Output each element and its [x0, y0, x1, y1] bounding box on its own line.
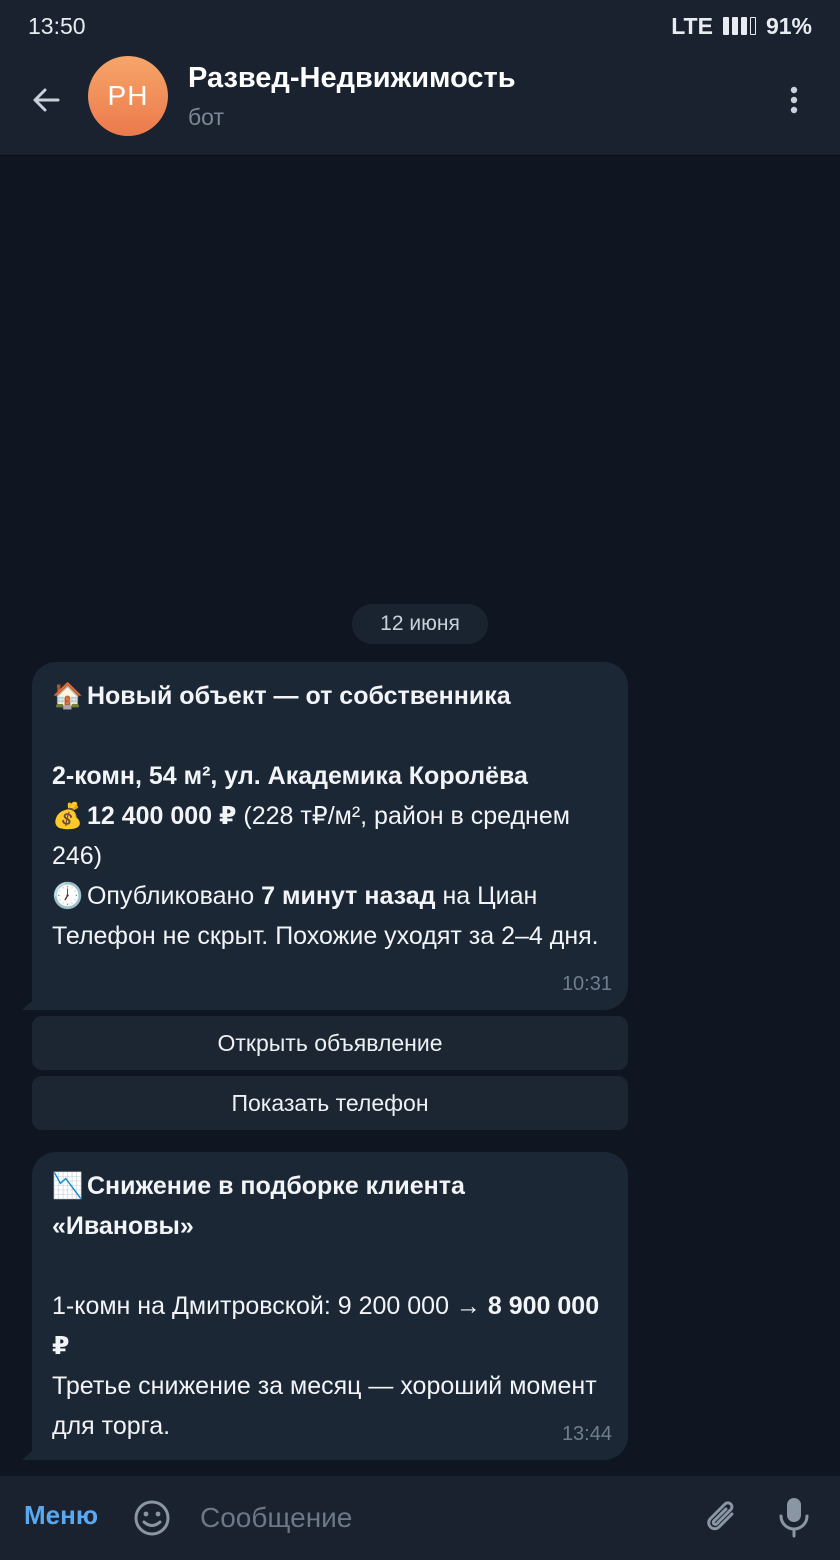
more-options-button[interactable]: [776, 78, 812, 122]
avatar-initials: РН: [107, 80, 149, 111]
listing-note: Телефон не скрыт. Похожие уходят за 2–4 …: [52, 922, 599, 950]
emoji-button[interactable]: [132, 1498, 172, 1538]
show-phone-label: Показать телефон: [231, 1089, 429, 1116]
chat-subtitle: бот: [188, 104, 224, 130]
smiley-icon: [134, 1500, 170, 1536]
price-row: 💰 12 400 000 ₽ (228 т₽/м², район в средн…: [52, 796, 608, 876]
kebab-menu-icon: [790, 86, 798, 114]
message-title: Снижение в подборке клиента «Ивановы»: [52, 1172, 465, 1240]
price-change-row: 1-комн на Дмитровской: 9 200 000 → 8 900…: [52, 1286, 608, 1366]
chat-header: РН Развед-Недвижимость бот: [0, 52, 840, 156]
avatar[interactable]: РН: [88, 56, 168, 136]
microphone-icon: [779, 1498, 809, 1538]
published-time: 7 минут назад: [261, 882, 436, 910]
message-input[interactable]: [200, 1494, 680, 1542]
message-title-row: 🏠 Новый объект — от собственника: [52, 676, 608, 716]
open-listing-button[interactable]: Открыть объявление: [32, 1016, 628, 1070]
signal-icon: [722, 17, 756, 35]
paperclip-icon: [707, 1501, 734, 1531]
published-row: 🕖 Опубликовано 7 минут назад на Циан: [52, 876, 608, 916]
message-time: 13:44: [561, 1423, 612, 1445]
status-bar: 13:50 LTE 91%: [0, 0, 840, 52]
date-separator: 12 июня: [352, 604, 488, 644]
published-prefix: Опубликовано: [86, 882, 262, 910]
show-phone-button[interactable]: Показать телефон: [32, 1076, 628, 1130]
voice-message-button[interactable]: [776, 1494, 812, 1542]
back-arrow-icon: [33, 88, 60, 112]
message-input-bar: Меню: [0, 1476, 840, 1560]
message-bubble-price-drop[interactable]: 📉 Снижение в подборке клиента «Ивановы» …: [32, 1152, 628, 1460]
message-bubble-new-listing[interactable]: 🏠 Новый объект — от собственника 2-комн,…: [32, 662, 628, 1010]
status-time: 13:50: [28, 12, 86, 39]
published-suffix: на Циан: [435, 882, 538, 910]
back-button[interactable]: [24, 78, 68, 122]
clock-icon: 🕖: [52, 882, 84, 910]
listing-summary: 2-комн, 54 м², ул. Академика Королёва: [52, 762, 528, 790]
money-bag-icon: 💰: [52, 802, 84, 830]
house-icon: 🏠: [52, 682, 84, 710]
network-type: LTE: [671, 12, 713, 39]
message-time: 10:31: [561, 973, 612, 995]
listing-price: 12 400 000 ₽: [86, 802, 237, 830]
date-label: 12 июня: [380, 612, 460, 635]
chat-title[interactable]: Развед-Недвижимость: [188, 62, 516, 95]
battery-level: 91%: [765, 12, 812, 39]
chart-decreasing-icon: 📉: [52, 1172, 84, 1200]
message-title: Новый объект — от собственника: [86, 682, 511, 710]
price-drop-note: Третье снижение за месяц — хороший момен…: [52, 1372, 597, 1440]
message-title-row: 📉 Снижение в подборке клиента «Ивановы»: [52, 1166, 608, 1246]
open-listing-label: Открыть объявление: [217, 1029, 443, 1056]
bot-menu-button[interactable]: Меню: [24, 1500, 98, 1531]
listing-summary-row: 2-комн, 54 м², ул. Академика Королёва: [52, 756, 608, 796]
attach-button[interactable]: [702, 1496, 742, 1540]
price-change-prefix: 1-комн на Дмитровской: 9 200 000 →: [52, 1292, 488, 1320]
status-indicators: LTE 91%: [671, 13, 812, 40]
